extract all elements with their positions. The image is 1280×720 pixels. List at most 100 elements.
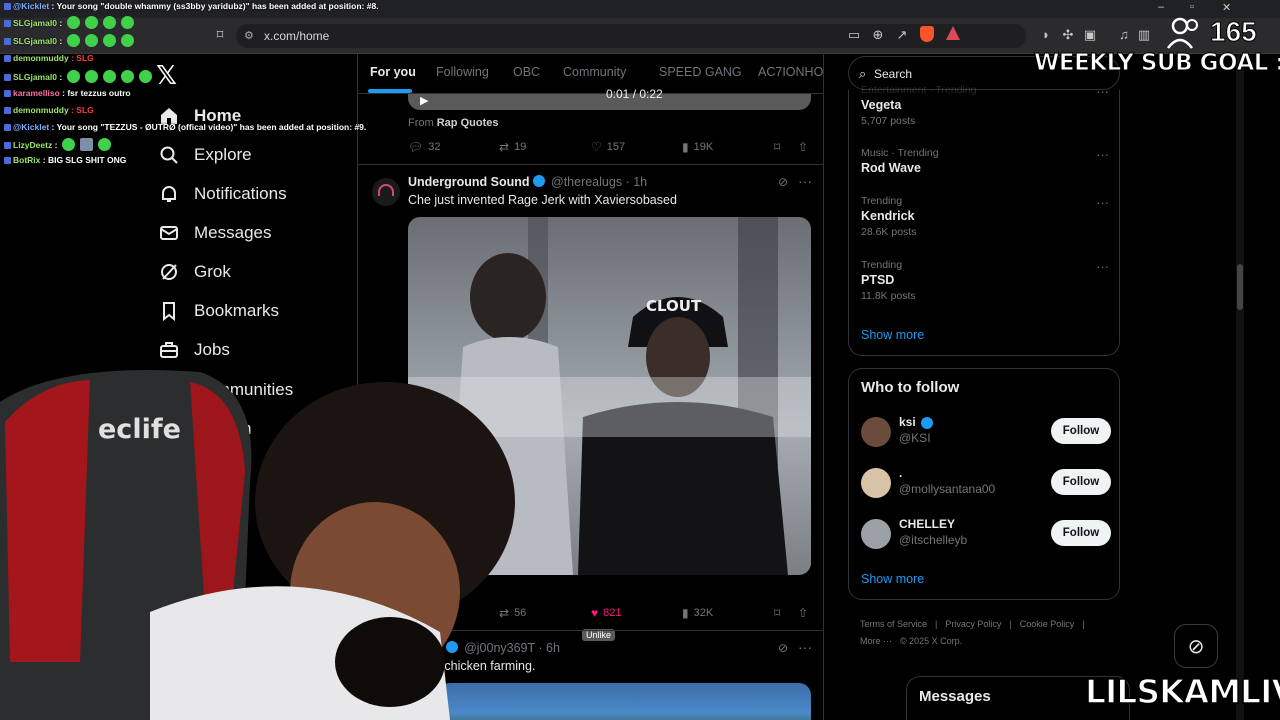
bookmark-icon bbox=[158, 300, 180, 322]
chat-text: : bbox=[59, 18, 63, 28]
maximize-icon[interactable]: ▫ bbox=[1190, 1, 1194, 13]
terms-link[interactable]: Terms of Service bbox=[860, 619, 927, 629]
more-options-icon[interactable]: ··· bbox=[1096, 195, 1109, 210]
trend-count: 28.6K posts bbox=[861, 226, 917, 238]
viewer-count: 165 bbox=[1210, 16, 1258, 48]
shirt-text: CLOUT bbox=[646, 297, 702, 315]
tab-speed-gang[interactable]: SPEED GANG bbox=[659, 65, 742, 79]
site-info-icon[interactable]: ⚙ bbox=[244, 29, 254, 42]
separator: | bbox=[1082, 619, 1085, 629]
source-name[interactable]: Rap Quotes bbox=[437, 117, 499, 129]
avatar[interactable] bbox=[861, 417, 891, 447]
nav-label: Notifications bbox=[194, 184, 287, 203]
views-button[interactable]: ▮ 19K bbox=[682, 140, 713, 154]
bookmark-post-button[interactable]: ⌑ bbox=[774, 140, 785, 154]
share-post-button[interactable]: ⇧ bbox=[798, 140, 813, 154]
avatar[interactable] bbox=[372, 178, 400, 206]
tab-following[interactable]: Following bbox=[436, 65, 489, 79]
more-options-icon[interactable]: ··· bbox=[798, 639, 812, 655]
source-line: From Rap Quotes bbox=[408, 117, 498, 129]
close-icon[interactable]: ✕ bbox=[1222, 1, 1231, 14]
nav-notifications[interactable]: Notifications bbox=[158, 179, 287, 209]
repost-button[interactable]: ⇄ 19 bbox=[499, 140, 526, 154]
bookmark-icon: ⌑ bbox=[774, 140, 781, 154]
x-logo-icon[interactable]: 𝕏 bbox=[156, 60, 177, 91]
unlike-button[interactable]: ♥ 821 bbox=[591, 606, 621, 620]
emote-icon bbox=[67, 16, 81, 29]
nav-bookmarks[interactable]: Bookmarks bbox=[158, 296, 279, 326]
tab-action-house[interactable]: AC7IONHOU bbox=[758, 65, 823, 79]
cookie-link[interactable]: Cookie Policy bbox=[1020, 619, 1075, 629]
emote-icon bbox=[121, 34, 135, 47]
show-more-link[interactable]: Show more bbox=[861, 328, 924, 342]
panel-title: Who to follow bbox=[861, 379, 960, 396]
envelope-icon bbox=[158, 222, 180, 244]
author-handle[interactable]: @therealugs bbox=[551, 175, 622, 189]
follow-button[interactable]: Follow bbox=[1051, 520, 1111, 546]
grok-post-icon[interactable]: ⊘ bbox=[778, 641, 788, 655]
share-icon[interactable]: ↗ bbox=[894, 27, 910, 43]
tab-community[interactable]: Community bbox=[563, 65, 626, 79]
zoom-icon[interactable]: ⊕ bbox=[870, 27, 886, 43]
avatar[interactable] bbox=[861, 519, 891, 549]
who-to-follow-panel: Who to follow ksi @KSI Follow . @mollysa… bbox=[848, 368, 1120, 600]
reply-button[interactable]: 💬︎ 32 bbox=[408, 140, 440, 154]
views-button[interactable]: ▮ 32K bbox=[682, 606, 713, 620]
bookmark-page-icon[interactable]: ⌑ bbox=[212, 27, 228, 43]
share-post-button[interactable]: ⇧ bbox=[798, 606, 813, 620]
sidebar-icon[interactable]: ▥ bbox=[1136, 27, 1152, 43]
more-link[interactable]: More ··· bbox=[860, 636, 892, 646]
privacy-link[interactable]: Privacy Policy bbox=[945, 619, 1001, 629]
heart-icon: ♡ bbox=[591, 140, 602, 154]
avatar[interactable] bbox=[861, 468, 891, 498]
more-options-icon[interactable]: ··· bbox=[1096, 84, 1109, 99]
post-time[interactable]: · 6h bbox=[538, 641, 560, 655]
trend-item[interactable]: Entertainment · Trending Vegeta 5,707 po… bbox=[861, 84, 1111, 127]
follow-button[interactable]: Follow bbox=[1051, 418, 1111, 444]
show-more-link[interactable]: Show more bbox=[861, 572, 924, 586]
tab-for-you[interactable]: For you bbox=[370, 65, 416, 79]
nav-label: Explore bbox=[194, 145, 252, 164]
tab-obc[interactable]: OBC bbox=[513, 65, 540, 79]
media-icon[interactable]: ♫ bbox=[1116, 27, 1132, 43]
more-options-icon[interactable]: ··· bbox=[798, 173, 812, 189]
cast-icon[interactable]: ▭ bbox=[846, 27, 862, 43]
post-text: Che just invented Rage Jerk with Xaviers… bbox=[408, 193, 677, 207]
more-options-icon[interactable]: ··· bbox=[1096, 147, 1109, 162]
verified-badge-icon bbox=[532, 175, 545, 187]
trend-item[interactable]: Trending Kendrick 28.6K posts ··· bbox=[861, 195, 1111, 238]
more-options-icon[interactable]: ··· bbox=[1096, 259, 1109, 274]
follow-suggestion[interactable]: . @mollysantana00 Follow bbox=[861, 466, 1111, 502]
active-tab-indicator bbox=[368, 89, 412, 93]
puzzle-icon[interactable]: ✣ bbox=[1060, 27, 1076, 43]
nav-grok[interactable]: Grok bbox=[158, 257, 231, 287]
nav-explore[interactable]: Explore bbox=[158, 140, 252, 170]
nav-jobs[interactable]: Jobs bbox=[158, 335, 230, 365]
play-icon[interactable]: ▶ bbox=[420, 94, 428, 107]
emote-icon bbox=[85, 70, 99, 83]
follow-button[interactable]: Follow bbox=[1051, 469, 1111, 495]
bookmark-post-button[interactable]: ⌑ bbox=[774, 606, 785, 620]
wallet-icon[interactable]: ▣ bbox=[1082, 27, 1098, 43]
brave-shield-icon[interactable] bbox=[920, 26, 934, 42]
minimize-icon[interactable]: – bbox=[1158, 1, 1164, 13]
nav-label: Grok bbox=[194, 262, 231, 281]
follow-suggestion[interactable]: CHELLEY @itschelleyb Follow bbox=[861, 517, 1111, 553]
emote-icon bbox=[85, 16, 99, 29]
like-button[interactable]: ♡ 157 bbox=[591, 140, 625, 154]
post-time[interactable]: · 1h bbox=[626, 175, 648, 189]
author-name[interactable]: Underground Sound bbox=[408, 175, 530, 189]
trend-item[interactable]: Trending PTSD 11.8K posts ··· bbox=[861, 259, 1111, 302]
extension-icon[interactable]: ◗ bbox=[1038, 27, 1054, 43]
grok-post-icon[interactable]: ⊘ bbox=[778, 175, 788, 189]
page-scrollbar[interactable] bbox=[1236, 54, 1244, 720]
grok-button[interactable]: ⊘ bbox=[1174, 624, 1218, 668]
follow-suggestion[interactable]: ksi @KSI Follow bbox=[861, 415, 1111, 451]
trend-item[interactable]: Music · Trending Rod Wave ··· bbox=[861, 147, 1111, 175]
nav-messages[interactable]: Messages bbox=[158, 218, 271, 248]
chat-message: BotRix : BIG SLG SHIT ONG bbox=[4, 155, 126, 165]
copyright: © 2025 X Corp. bbox=[900, 636, 963, 646]
chat-user: @Kicklet bbox=[13, 1, 50, 11]
view-count: 32K bbox=[693, 607, 714, 619]
scrollbar-thumb[interactable] bbox=[1237, 264, 1243, 310]
